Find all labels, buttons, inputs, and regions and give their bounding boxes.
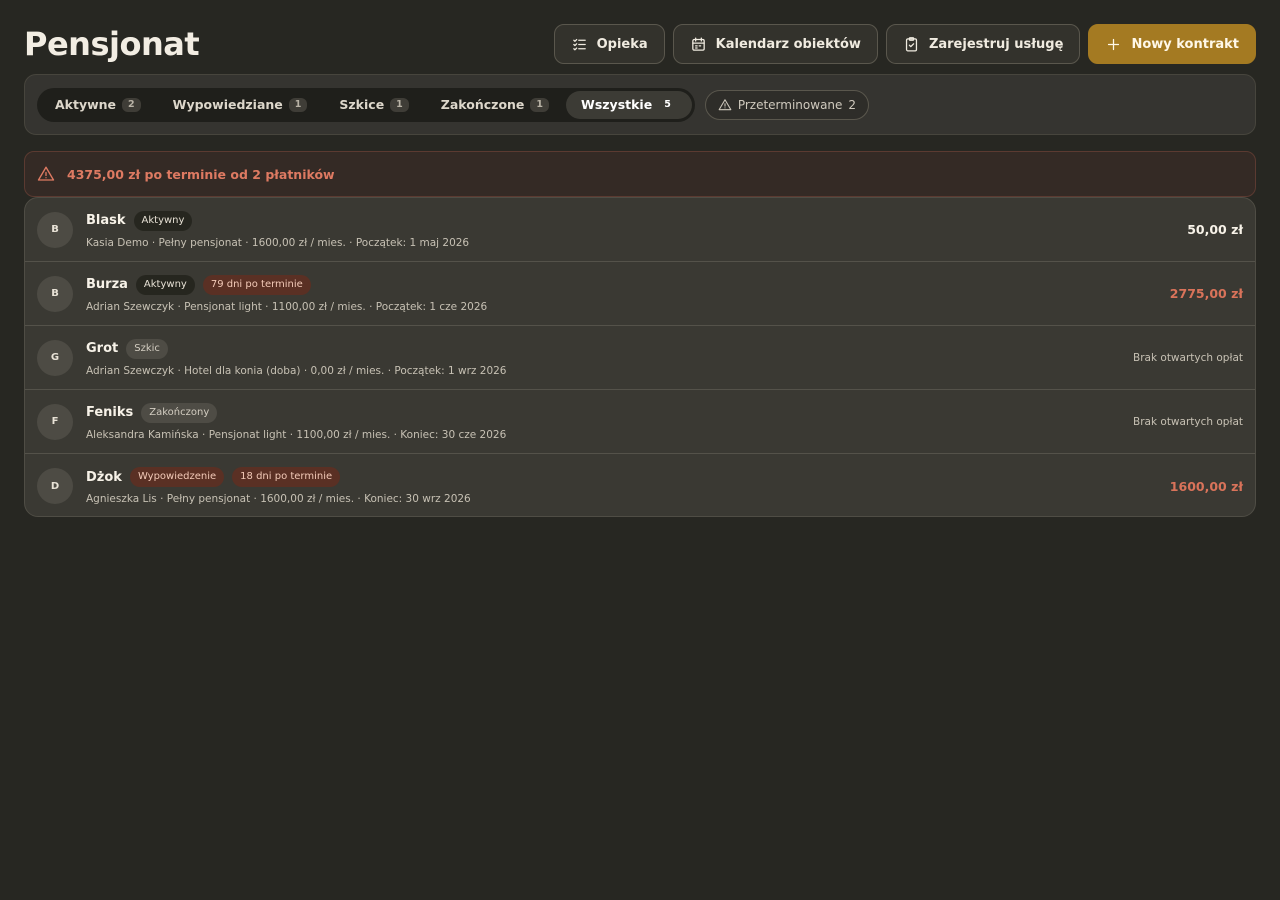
tab-label: Szkice bbox=[339, 97, 385, 112]
name-line: Burza Aktywny 79 dni po terminie bbox=[86, 274, 1170, 295]
tab-aktywne[interactable]: Aktywne 2 bbox=[40, 91, 156, 119]
contract-info: Blask Aktywny Kasia Demo · Pełny pensjonat… bbox=[86, 210, 1187, 249]
warning-triangle-icon bbox=[37, 166, 55, 181]
tab-zakonczone[interactable]: Zakończone 1 bbox=[426, 91, 564, 119]
status-badge: Aktywny bbox=[133, 210, 193, 231]
status-badge: 79 dni po terminie bbox=[202, 274, 311, 295]
status-badge: Wypowiedzenie bbox=[129, 467, 225, 487]
status-badge: Aktywny bbox=[135, 274, 195, 295]
tab-count: 5 bbox=[664, 98, 671, 110]
filter-bar: Aktywne 2 Wypowiedziane 1 Szkice 1 Zakoń… bbox=[24, 74, 1256, 135]
page-title: Pensjonat bbox=[24, 25, 200, 63]
contract-info: Burza Aktywny 79 dni po terminie Adrian Sze… bbox=[86, 274, 1170, 313]
status-badge: Szkic bbox=[126, 338, 168, 359]
tab-label: Zakończone bbox=[440, 97, 525, 112]
avatar: B bbox=[37, 275, 73, 312]
horse-name: Blask bbox=[86, 213, 126, 228]
tab-label: Wszystkie bbox=[581, 97, 653, 112]
overdue-alert: 4375,00 zł po terminie od 2 płatników bbox=[24, 151, 1256, 197]
kalendarz-button-label: Kalendarz obiektów bbox=[715, 36, 861, 52]
overdue-filter-count: 2 bbox=[848, 97, 857, 112]
contract-meta: Adrian Szewczyk · Pensjonat light · 1100… bbox=[86, 300, 488, 313]
status-badge: Zakończony bbox=[141, 402, 218, 423]
contracts-list: B Blask Aktywny Kasia Demo · Pełny pensjona… bbox=[24, 197, 1256, 517]
outstanding-amount: Brak otwartych opłat bbox=[1133, 415, 1243, 428]
zarejestruj-usluge-button[interactable]: Zarejestruj usługę bbox=[885, 24, 1081, 64]
opieka-button-label: Opieka bbox=[596, 36, 648, 52]
overdue-filter-label: Przeterminowane bbox=[737, 97, 843, 112]
tab-wszystkie[interactable]: Wszystkie 5 bbox=[566, 90, 692, 119]
kalendarz-obiektow-button[interactable]: Kalendarz obiektów bbox=[672, 24, 878, 64]
contract-meta: Aleksandra Kamińska · Pensjonat light · … bbox=[86, 428, 507, 441]
avatar: F bbox=[37, 403, 73, 440]
horse-name: Grot bbox=[86, 341, 119, 356]
plus-icon bbox=[1108, 38, 1120, 50]
zarejestruj-button-label: Zarejestruj usługę bbox=[928, 36, 1064, 52]
status-badge: 18 dni po terminie bbox=[232, 467, 341, 487]
avatar: G bbox=[37, 339, 73, 376]
contract-row[interactable]: F Feniks Zakończony Aleksandra Kamińska · P… bbox=[25, 390, 1255, 454]
tab-szkice[interactable]: Szkice 1 bbox=[324, 91, 423, 119]
avatar: D bbox=[37, 468, 73, 504]
name-line: Grot Szkic bbox=[86, 338, 1133, 359]
nowy-kontrakt-button[interactable]: Nowy kontrakt bbox=[1088, 24, 1256, 64]
overdue-alert-text: 4375,00 zł po terminie od 2 płatników bbox=[67, 166, 335, 182]
contract-info: Dżok Wypowiedzenie 18 dni po terminie Agnie… bbox=[86, 467, 1170, 505]
page-header: Pensjonat Opieka Kalendarz obiektów Zare… bbox=[24, 22, 1256, 66]
status-tabs: Aktywne 2 Wypowiedziane 1 Szkice 1 Zakoń… bbox=[37, 87, 695, 122]
contract-info: Feniks Zakończony Aleksandra Kamińska · Pe… bbox=[86, 402, 1133, 441]
tab-wypowiedziane[interactable]: Wypowiedziane 1 bbox=[158, 91, 323, 119]
header-actions: Opieka Kalendarz obiektów Zarejestruj us… bbox=[553, 24, 1256, 64]
overdue-filter-chip[interactable]: Przeterminowane 2 bbox=[704, 89, 870, 120]
opieka-button[interactable]: Opieka bbox=[553, 24, 665, 64]
name-line: Blask Aktywny bbox=[86, 210, 1187, 231]
horse-name: Dżok bbox=[86, 469, 122, 485]
warning-triangle-icon bbox=[718, 98, 732, 110]
avatar: B bbox=[37, 211, 73, 248]
outstanding-amount: Brak otwartych opłat bbox=[1133, 351, 1243, 364]
contract-meta: Adrian Szewczyk · Hotel dla konia (doba)… bbox=[86, 364, 507, 377]
contract-row[interactable]: B Blask Aktywny Kasia Demo · Pełny pensjona… bbox=[25, 198, 1255, 262]
outstanding-amount: 1600,00 zł bbox=[1169, 478, 1243, 494]
outstanding-amount: 2775,00 zł bbox=[1169, 286, 1243, 301]
contract-row[interactable]: B Burza Aktywny 79 dni po terminie Adrian Sz… bbox=[25, 262, 1255, 326]
calendar-icon bbox=[691, 36, 705, 51]
contract-info: Grot Szkic Adrian Szewczyk · Hotel dla kon… bbox=[86, 338, 1133, 377]
horse-name: Feniks bbox=[86, 405, 134, 420]
contract-meta: Kasia Demo · Pełny pensjonat · 1600,00 z… bbox=[86, 236, 470, 249]
outstanding-amount: 50,00 zł bbox=[1187, 222, 1243, 237]
nowy-kontrakt-button-label: Nowy kontrakt bbox=[1131, 36, 1239, 52]
clipboard-check-icon bbox=[905, 36, 918, 52]
tab-count: 1 bbox=[288, 97, 308, 112]
tab-count: 1 bbox=[390, 97, 409, 112]
tab-label: Aktywne bbox=[55, 97, 117, 112]
contract-meta: Agnieszka Lis · Pełny pensjonat · 1600,0… bbox=[86, 493, 471, 505]
checklist-icon bbox=[572, 38, 586, 50]
name-line: Feniks Zakończony bbox=[86, 402, 1133, 423]
horse-name: Burza bbox=[86, 277, 128, 292]
tab-count: 2 bbox=[122, 97, 141, 112]
name-line: Dżok Wypowiedzenie 18 dni po terminie bbox=[86, 467, 1170, 487]
contract-row[interactable]: D Dżok Wypowiedzenie 18 dni po terminie Agni… bbox=[25, 454, 1255, 516]
tab-count: 1 bbox=[530, 97, 550, 112]
contract-row[interactable]: G Grot Szkic Adrian Szewczyk · Hotel dla ko… bbox=[25, 326, 1255, 390]
tab-label: Wypowiedziane bbox=[172, 97, 283, 112]
